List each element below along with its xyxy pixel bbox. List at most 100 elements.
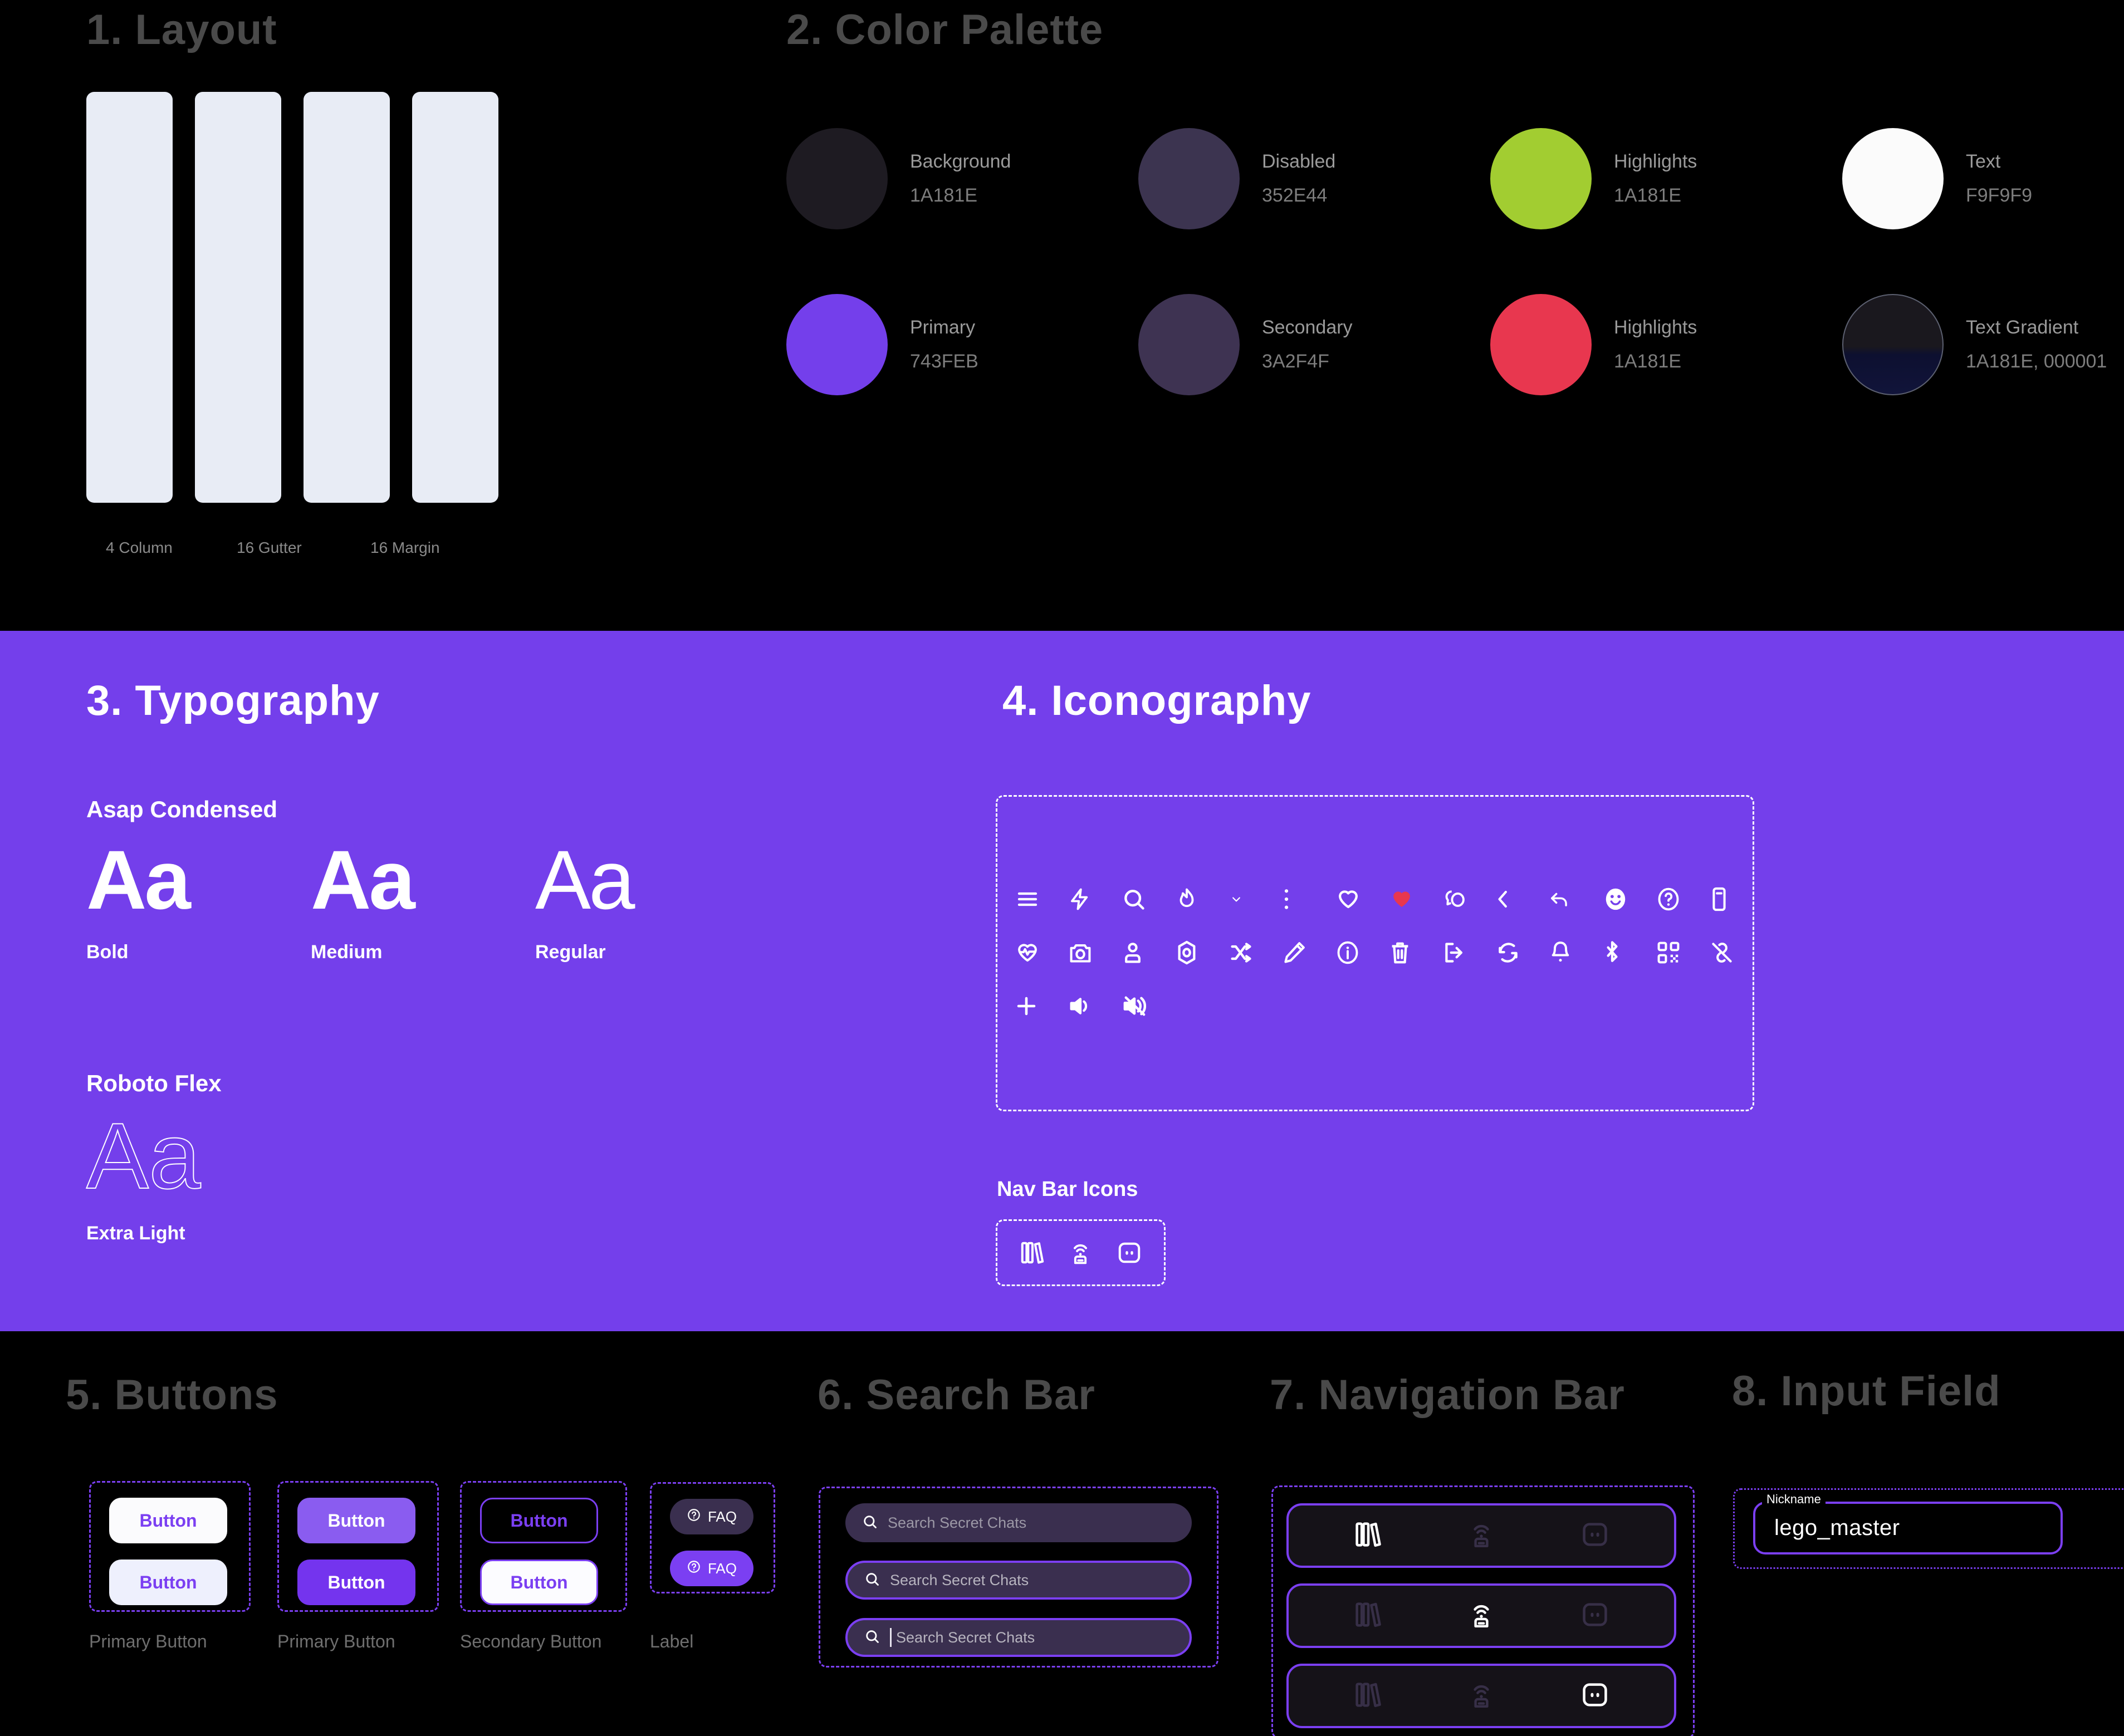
bluetooth-icon[interactable] — [1603, 936, 1656, 969]
button-caption: Primary Button — [277, 1631, 395, 1651]
button-group-primary-white: Button Button — [109, 1498, 227, 1605]
type-glyph: Aa — [86, 1104, 202, 1208]
swatch-hex: F9F9F9 — [1966, 185, 2033, 206]
section-title-navigation: 7. Navigation Bar — [1270, 1371, 1625, 1419]
swatch-name: Highlights — [1614, 317, 1697, 338]
type-weight-label: Bold — [86, 941, 129, 963]
volume-on-icon[interactable] — [1068, 990, 1122, 1022]
search-placeholder: Search Secret Chats — [896, 1629, 1035, 1646]
pencil-icon[interactable] — [1282, 936, 1335, 969]
type-sample: Aa Extra Light — [86, 1109, 311, 1244]
camera-icon[interactable] — [1068, 936, 1122, 969]
shuffle-icon[interactable] — [1229, 936, 1282, 969]
heart-filled-icon[interactable] — [1389, 883, 1442, 915]
button-caption: Primary Button — [89, 1631, 207, 1651]
search-bar-typing[interactable]: Search Secret Chats — [845, 1618, 1192, 1657]
nickname-value: lego_master — [1774, 1516, 1900, 1540]
chat-face-icon[interactable] — [1580, 1519, 1609, 1552]
primary-button[interactable]: Button — [297, 1560, 415, 1605]
primary-button[interactable]: Button — [109, 1560, 227, 1605]
chat-bubble-icon[interactable] — [1442, 883, 1496, 915]
menu-icon[interactable] — [1015, 883, 1068, 915]
typography-samples-asap: Aa Bold Aa Medium Aa Regular — [86, 838, 760, 963]
link-off-icon[interactable] — [1710, 936, 1763, 969]
type-sample: Aa Regular — [535, 838, 760, 963]
section-title-buttons: 5. Buttons — [66, 1371, 278, 1419]
swatch-dot-highlight-green — [1490, 128, 1592, 229]
heartbeat-icon[interactable] — [1015, 936, 1068, 969]
qr-code-icon[interactable] — [1656, 936, 1710, 969]
library-icon[interactable] — [1353, 1599, 1382, 1633]
gear-icon[interactable] — [1175, 936, 1229, 969]
swatch-hex: 1A181E — [910, 185, 977, 206]
swatch-name: Disabled — [1262, 151, 1336, 172]
search-bar-default[interactable]: Search Secret Chats — [845, 1503, 1192, 1542]
swatch-dot-background — [786, 128, 888, 229]
broadcast-icon[interactable] — [1467, 1519, 1495, 1553]
nickname-input[interactable]: lego_master — [1753, 1502, 2063, 1554]
search-bar-focused[interactable]: Search Secret Chats — [845, 1561, 1192, 1600]
primary-button[interactable]: Button — [297, 1498, 415, 1543]
typography-samples-roboto: Aa Extra Light — [86, 1109, 311, 1244]
volume-off-icon[interactable] — [1122, 990, 1175, 1022]
chevron-left-icon[interactable] — [1496, 883, 1549, 915]
refresh-icon[interactable] — [1496, 936, 1549, 969]
swatch-name: Primary — [910, 317, 976, 338]
icon-row — [1015, 936, 1763, 969]
navigation-bar-state-library — [1286, 1503, 1676, 1568]
plus-icon[interactable] — [1015, 990, 1068, 1022]
trash-icon[interactable] — [1389, 936, 1442, 969]
layout-column-bar — [195, 92, 281, 503]
phone-device-icon[interactable] — [1710, 883, 1763, 915]
primary-button[interactable]: Button — [109, 1498, 227, 1543]
swatch-dot-highlight-red — [1490, 294, 1592, 395]
layout-label-column: 4 Column — [106, 539, 173, 556]
chat-face-icon[interactable] — [1580, 1680, 1609, 1713]
button-group-secondary: Button Button — [480, 1498, 598, 1605]
secondary-button[interactable]: Button — [480, 1498, 598, 1543]
library-icon[interactable] — [1019, 1237, 1045, 1269]
search-placeholder: Search Secret Chats — [888, 1514, 1027, 1531]
chat-face-icon[interactable] — [1117, 1237, 1142, 1269]
chevron-down-icon[interactable] — [1229, 883, 1282, 915]
more-vertical-icon[interactable] — [1282, 883, 1335, 915]
broadcast-icon[interactable] — [1068, 1237, 1093, 1269]
layout-column-bar — [86, 92, 173, 503]
nickname-field-wrapper: lego_master Nickname — [1753, 1492, 2063, 1554]
color-swatch: Disabled 352E44 — [1138, 96, 1490, 262]
logout-icon[interactable] — [1442, 936, 1496, 969]
bell-icon[interactable] — [1549, 936, 1603, 969]
question-circle-icon[interactable] — [1656, 883, 1710, 915]
label-chip-text: FAQ — [707, 1508, 737, 1525]
color-swatch: Primary 743FEB — [786, 262, 1138, 428]
swatch-dot-primary — [786, 294, 888, 395]
lightning-icon[interactable] — [1068, 883, 1122, 915]
button-caption: Label — [650, 1631, 694, 1651]
layout-column-bar — [412, 92, 498, 503]
flame-icon[interactable] — [1175, 883, 1229, 915]
type-glyph: Aa — [86, 833, 191, 926]
user-icon[interactable] — [1122, 936, 1175, 969]
section-title-palette: 2. Color Palette — [786, 6, 1104, 53]
swatch-name: Background — [910, 151, 1011, 172]
color-swatch: Secondary 3A2F4F — [1138, 262, 1490, 428]
swatch-dot-text-gradient — [1842, 294, 1944, 395]
broadcast-icon[interactable] — [1467, 1599, 1495, 1633]
secondary-button[interactable]: Button — [480, 1560, 598, 1605]
reply-arrow-icon[interactable] — [1549, 883, 1603, 915]
chat-face-icon[interactable] — [1580, 1600, 1609, 1632]
label-chip-faq[interactable]: FAQ — [670, 1551, 753, 1586]
heart-outline-icon[interactable] — [1335, 883, 1389, 915]
layout-column-bar — [304, 92, 390, 503]
type-weight-label: Medium — [311, 941, 383, 963]
swatch-hex: 1A181E, 000001 — [1966, 351, 2107, 372]
info-circle-icon[interactable] — [1335, 936, 1389, 969]
library-icon[interactable] — [1353, 1679, 1382, 1713]
smiley-icon[interactable] — [1603, 883, 1656, 915]
search-icon[interactable] — [1122, 883, 1175, 915]
library-icon[interactable] — [1353, 1519, 1382, 1553]
font-family-name-roboto: Roboto Flex — [86, 1070, 222, 1096]
broadcast-icon[interactable] — [1467, 1679, 1495, 1713]
label-chip-faq[interactable]: FAQ — [670, 1499, 753, 1534]
swatch-hex: 3A2F4F — [1262, 351, 1329, 372]
